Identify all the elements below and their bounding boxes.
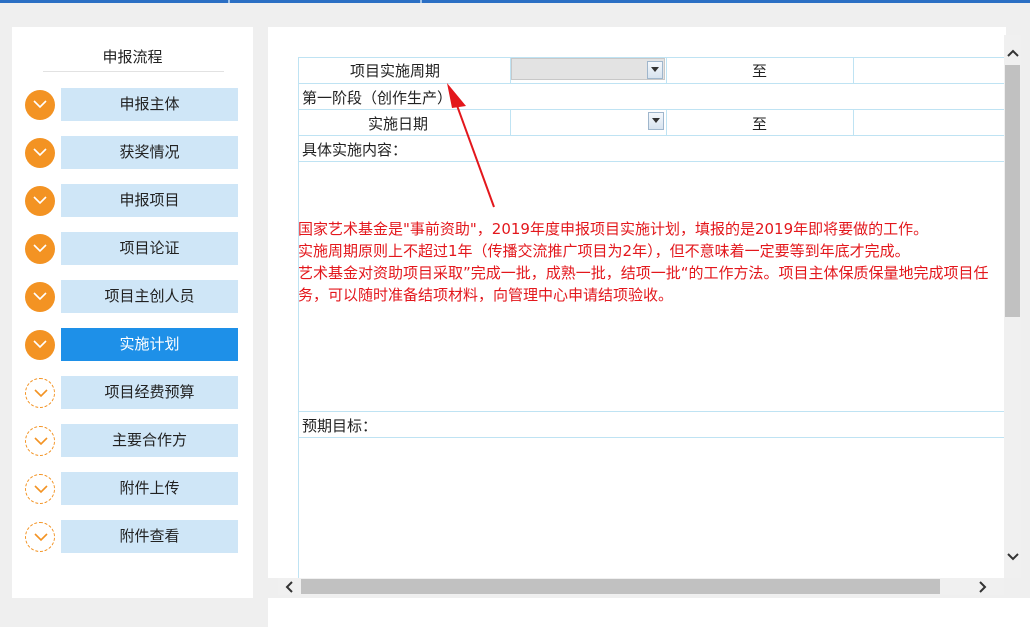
period-to-text: 至 [752,62,768,80]
date-end-field[interactable] [854,110,1005,132]
period-start-select[interactable] [511,58,665,80]
step-button[interactable]: 申报主体 [61,88,238,121]
step-button[interactable]: 附件查看 [61,520,238,553]
content-label: 具体实施内容： [302,141,408,159]
chevron-left-icon[interactable] [282,579,298,595]
sidebar-title: 申报流程 [102,48,163,66]
chevron-down-icon [25,186,55,216]
vertical-scroll-thumb[interactable] [1005,65,1020,317]
top-bar-divider [228,0,230,3]
date-start-select[interactable] [511,110,665,132]
chevron-up-icon[interactable] [1005,46,1021,62]
chevron-down-icon [25,90,55,120]
date-to-text: 至 [752,115,768,133]
step-button[interactable]: 主要合作方 [61,424,238,457]
step-button[interactable]: 附件上传 [61,472,238,505]
chevron-down-icon[interactable] [1005,548,1021,564]
step-button[interactable]: 项目经费预算 [61,376,238,409]
annotation-line: 艺术基金对资助项目采取”完成一批，成熟一批，结项一批“的工作方法。项目主体保质保… [298,264,989,304]
annotation-line: 国家艺术基金是"事前资助"，2019年度申报项目实施计划，填报的是2019年即将… [298,220,929,238]
top-bar-divider [420,0,422,3]
form-area: 项目实施周期 至 第一阶段（创作生产） 实施日期 至 具体实施内容： 国家艺术基… [298,57,1005,578]
chevron-right-icon[interactable] [974,579,990,595]
bottom-panel [268,598,1030,627]
step-button[interactable]: 申报项目 [61,184,238,217]
stage-label: 第一阶段（创作生产） [302,89,453,107]
annotation-text: 国家艺术基金是"事前资助"，2019年度申报项目实施计划，填报的是2019年即将… [298,218,1005,306]
chevron-down-icon [25,378,55,408]
step-button[interactable]: 实施计划 [61,328,238,361]
step-button[interactable]: 获奖情况 [61,136,238,169]
chevron-down-icon [25,234,55,264]
chevron-down-icon [25,474,55,504]
chevron-down-icon [25,282,55,312]
dropdown-arrow-icon[interactable] [647,61,663,79]
chevron-down-icon [25,426,55,456]
step-button[interactable]: 项目论证 [61,232,238,265]
period-end-field[interactable] [854,58,1005,80]
chevron-down-icon [25,138,55,168]
step-button[interactable]: 项目主创人员 [61,280,238,313]
chevron-down-icon [25,522,55,552]
period-label: 项目实施周期 [350,62,441,80]
dropdown-arrow-icon[interactable] [648,112,664,130]
top-bar [0,0,1030,3]
sidebar-divider [43,71,224,72]
target-label: 预期目标： [302,417,378,435]
horizontal-scroll-thumb[interactable] [301,579,940,594]
chevron-down-icon [25,330,55,360]
annotation-line: 实施周期原则上不超过1年（传播交流推广项目为2年），但不意味着一定要等到年底才完… [298,242,910,260]
target-textarea[interactable] [298,438,1005,578]
date-label: 实施日期 [368,115,429,133]
